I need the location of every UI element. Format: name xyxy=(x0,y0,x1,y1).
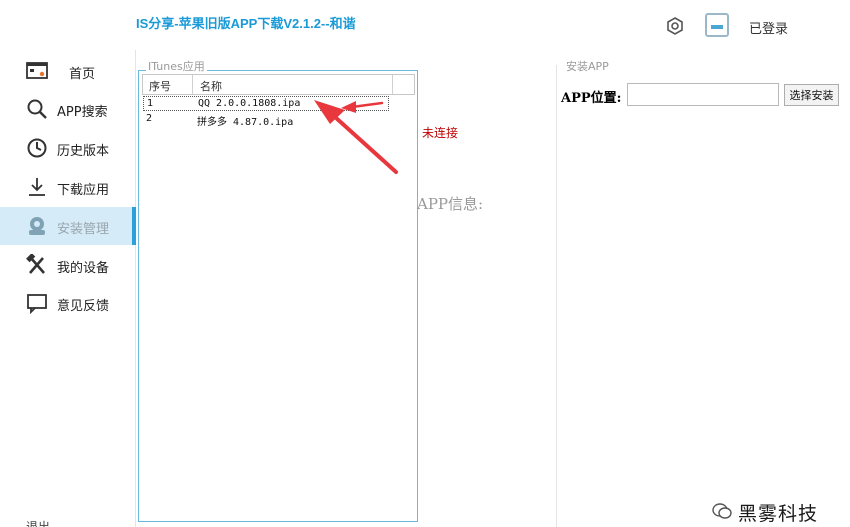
sidebar-item-label: 历史版本 xyxy=(57,144,110,159)
app-location-label: APP位置: xyxy=(561,91,622,106)
sidebar-item-my-device[interactable]: 我的设备 xyxy=(0,246,136,284)
clock-icon xyxy=(26,137,48,159)
download-icon xyxy=(26,176,48,198)
feedback-icon xyxy=(26,292,48,314)
sidebar-item-label: APP搜索 xyxy=(57,105,108,120)
row-index: 1 xyxy=(147,98,154,109)
logout-button[interactable]: 退出 xyxy=(26,518,50,527)
sidebar-item-feedback[interactable]: 意见反馈 xyxy=(0,284,136,322)
table-row[interactable]: 2 拼多多 4.87.0.ipa xyxy=(143,112,389,128)
wechat-icon xyxy=(712,503,732,519)
sidebar-item-label: 意见反馈 xyxy=(57,299,110,314)
main-content: 序号 名称 1 QQ 2.0.0.1808.ipa 2 拼多多 4.87.0.i… xyxy=(137,50,850,527)
app-info-label: APP信息: xyxy=(417,195,484,213)
sidebar-item-app-search[interactable]: APP搜索 xyxy=(0,90,136,128)
sidebar: 首页 APP搜索 历史版本 下载应用 安装管理 我的设备 意见反馈 退出 xyxy=(0,50,136,527)
choose-install-button[interactable]: 选择安装 xyxy=(784,84,839,106)
sidebar-item-label: 我的设备 xyxy=(57,261,110,276)
settings-icon[interactable] xyxy=(666,17,684,35)
table-row[interactable]: 1 QQ 2.0.0.1808.ipa xyxy=(143,96,389,111)
watermark-text: 黑雾科技 xyxy=(738,503,819,525)
install-manage-icon xyxy=(26,215,48,237)
install-group-label: 安装APP xyxy=(566,60,609,73)
home-screen-icon xyxy=(26,60,48,82)
row-name: QQ 2.0.0.1808.ipa xyxy=(198,98,301,109)
list-header: 序号 名称 xyxy=(142,74,415,95)
app-title: IS分享-苹果旧版APP下载V2.1.2--和谐 xyxy=(136,16,356,31)
search-icon xyxy=(26,98,48,120)
column-divider xyxy=(392,75,393,94)
active-indicator xyxy=(132,207,136,245)
avatar[interactable] xyxy=(705,13,729,37)
app-location-input[interactable] xyxy=(627,83,779,106)
itunes-group-label: ITunes应用 xyxy=(146,58,207,74)
sidebar-item-downloads[interactable]: 下载应用 xyxy=(0,168,136,206)
sidebar-item-label: 下载应用 xyxy=(57,183,110,198)
itunes-app-list[interactable]: 序号 名称 1 QQ 2.0.0.1808.ipa 2 拼多多 4.87.0.i… xyxy=(138,70,418,522)
title-bar: IS分享-苹果旧版APP下载V2.1.2--和谐 已登录 xyxy=(0,0,850,50)
row-name: 拼多多 4.87.0.ipa xyxy=(197,117,294,128)
column-header-index[interactable]: 序号 xyxy=(149,78,171,94)
sidebar-item-install-manage[interactable]: 安装管理 xyxy=(0,207,136,245)
tools-icon xyxy=(26,254,48,276)
sidebar-item-home[interactable]: 首页 xyxy=(0,52,136,90)
connection-status: 未连接 xyxy=(422,126,459,140)
row-index: 2 xyxy=(146,113,153,124)
column-header-name[interactable]: 名称 xyxy=(200,78,222,94)
panel-divider xyxy=(556,65,557,527)
login-status[interactable]: 已登录 xyxy=(749,18,788,37)
sidebar-item-history[interactable]: 历史版本 xyxy=(0,129,136,167)
column-divider xyxy=(192,75,193,94)
sidebar-item-label: 安装管理 xyxy=(57,222,110,237)
sidebar-item-label: 首页 xyxy=(69,67,96,82)
